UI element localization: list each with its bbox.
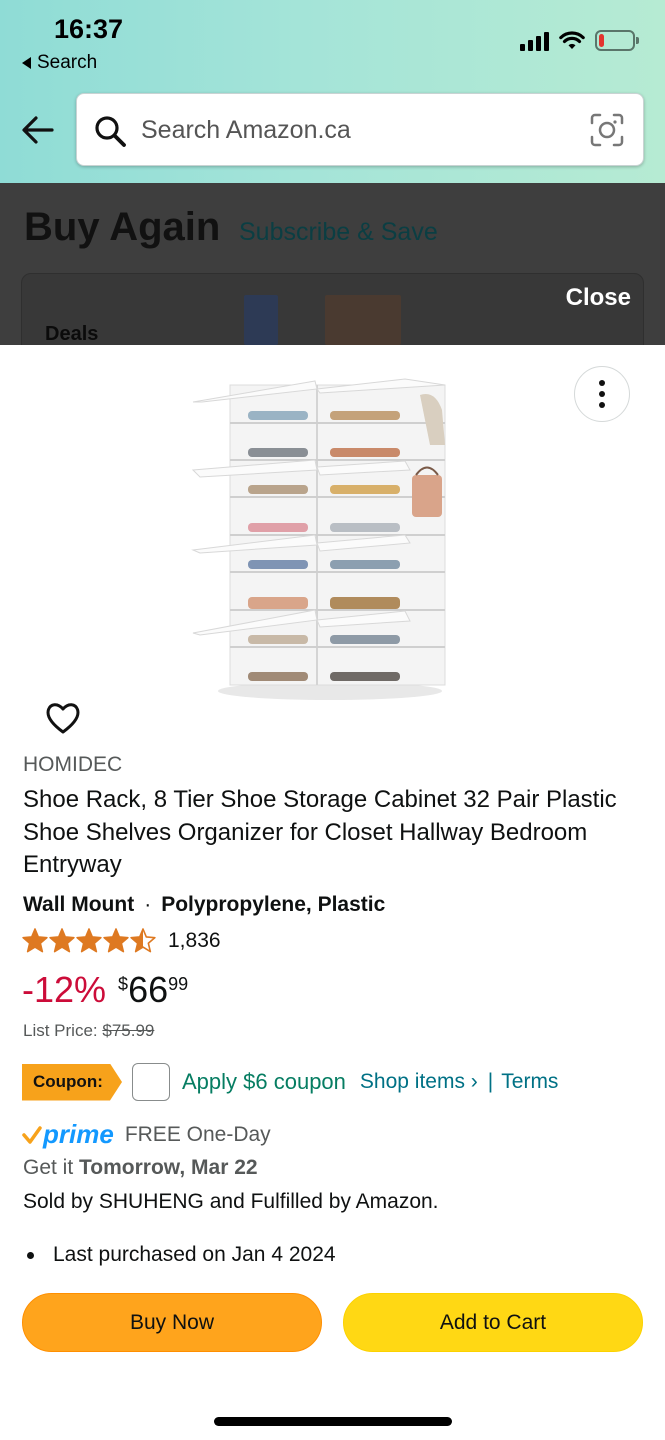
- list-price-label: List Price:: [23, 1021, 98, 1040]
- prime-check-icon: [22, 1125, 42, 1144]
- list-price: List Price: $75.99: [23, 1021, 154, 1041]
- back-triangle-icon: [22, 57, 31, 69]
- app-header: 16:37 Search Search Amazon.ca: [0, 0, 665, 183]
- delivery-date: Get it Tomorrow, Mar 22: [23, 1156, 258, 1180]
- status-time: 16:37: [54, 14, 124, 44]
- star-icon: [49, 928, 75, 953]
- search-input[interactable]: Search Amazon.ca: [76, 93, 644, 166]
- more-dot-icon: [599, 391, 605, 397]
- background-page-overlay[interactable]: Buy Again Subscribe & Save Deals: [0, 183, 665, 345]
- search-placeholder: Search Amazon.ca: [141, 116, 351, 144]
- variant-separator: ·: [144, 893, 152, 916]
- star-icon: [103, 928, 129, 953]
- star-icon: [22, 928, 48, 953]
- deals-label: Deals: [45, 323, 99, 345]
- buy-now-button[interactable]: Buy Now: [22, 1293, 322, 1352]
- delivery-type: FREE One-Day: [124, 1122, 271, 1146]
- price-currency: $: [118, 974, 129, 994]
- deal-product-thumbnail: [325, 295, 401, 345]
- product-image[interactable]: [190, 375, 480, 710]
- battery-icon: [595, 30, 639, 51]
- discount-percent: -12%: [22, 969, 107, 1010]
- last-purchased: Last purchased on Jan 4 2024: [27, 1243, 336, 1267]
- coupon-tag: Coupon:: [22, 1063, 122, 1101]
- price-whole: 66: [128, 969, 169, 1010]
- more-dot-icon: [599, 380, 605, 386]
- back-to-search-link[interactable]: Search: [22, 52, 97, 74]
- more-dot-icon: [599, 402, 605, 408]
- list-price-value: $75.99: [102, 1021, 155, 1040]
- heart-icon[interactable]: [44, 700, 82, 736]
- rating-row[interactable]: 1,836: [22, 928, 221, 954]
- bullet-icon: [27, 1251, 34, 1259]
- home-indicator[interactable]: [214, 1417, 452, 1426]
- cellular-signal-icon: [520, 31, 549, 51]
- sold-by: Sold by SHUHENG and Fulfilled by Amazon.: [23, 1190, 439, 1213]
- search-icon: [95, 116, 126, 147]
- prime-delivery: prime FREE One-Day: [22, 1119, 271, 1150]
- star-rating-icons: [22, 928, 156, 953]
- variant-mount: Wall Mount: [23, 893, 135, 916]
- coupon-row: Coupon: Apply $6 coupon Shop items › | T…: [22, 1061, 558, 1103]
- variant-material: Polypropylene, Plastic: [161, 893, 386, 916]
- last-purchased-text: Last purchased on Jan 4 2024: [53, 1243, 336, 1266]
- get-it-date: Tomorrow, Mar 22: [79, 1156, 258, 1179]
- arrow-left-icon[interactable]: [20, 112, 56, 148]
- back-app-label: Search: [37, 52, 98, 73]
- more-options-button[interactable]: [574, 366, 630, 422]
- coupon-checkbox[interactable]: [132, 1063, 170, 1101]
- close-button[interactable]: Close: [566, 284, 631, 312]
- variant-info: Wall Mount · Polypropylene, Plastic: [23, 893, 385, 917]
- star-icon: [76, 928, 102, 953]
- status-icons: [520, 30, 639, 51]
- coupon-separator: |: [487, 1070, 494, 1093]
- get-it-prefix: Get it: [23, 1156, 74, 1179]
- add-to-cart-button[interactable]: Add to Cart: [343, 1293, 643, 1352]
- terms-link[interactable]: Terms: [501, 1070, 558, 1094]
- star-icon: [130, 928, 156, 953]
- prime-wordmark: prime: [43, 1119, 114, 1149]
- subscribe-save-link[interactable]: Subscribe & Save: [239, 218, 438, 247]
- deal-product-thumbnail: [244, 295, 278, 345]
- apply-coupon-label[interactable]: Apply $6 coupon: [182, 1069, 346, 1095]
- brand-name[interactable]: HOMIDEC: [23, 753, 122, 777]
- battery-level: [599, 34, 604, 47]
- price-row: -12% $ 66 99: [22, 968, 188, 1012]
- camera-lens-icon[interactable]: [589, 112, 625, 148]
- price-fraction: 99: [168, 974, 189, 994]
- rating-count: 1,836: [168, 929, 221, 952]
- product-title[interactable]: Shoe Rack, 8 Tier Shoe Storage Cabinet 3…: [23, 784, 623, 882]
- prime-logo: prime: [22, 1119, 114, 1150]
- shop-items-link[interactable]: Shop items ›: [360, 1070, 478, 1094]
- buy-again-heading: Buy Again: [24, 205, 221, 249]
- wifi-icon: [559, 30, 585, 49]
